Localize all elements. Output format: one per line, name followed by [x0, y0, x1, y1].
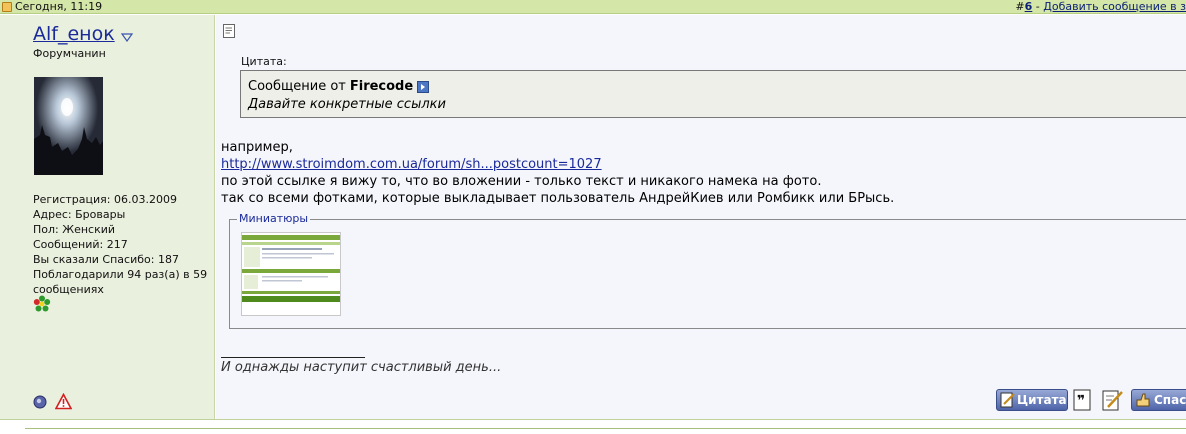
post-date: Сегодня, 11:19 — [15, 0, 103, 13]
post-line-1: например, — [221, 140, 293, 155]
attachment-thumbnail[interactable] — [241, 232, 341, 316]
username-link[interactable]: Alf_енок — [33, 23, 115, 45]
thanks-button[interactable]: Спасибо — [1131, 389, 1186, 411]
attachments-legend: Миниатюры — [237, 212, 311, 225]
quote-from-text: Сообщение от — [248, 79, 346, 94]
post-footer-divider — [0, 419, 1186, 434]
header-separator: - — [1032, 0, 1044, 13]
quote-header: Сообщение от Firecode — [248, 79, 430, 94]
svg-text:❞: ❞ — [1077, 393, 1085, 409]
quote-button[interactable]: Цитата — [996, 389, 1068, 411]
post-link[interactable]: http://www.stroimdom.com.ua/forum/sh...p… — [221, 157, 602, 172]
user-title: Форумчанин — [33, 47, 106, 60]
avatar-image — [34, 77, 103, 175]
quick-reply-icon[interactable] — [1100, 388, 1124, 412]
post-body: например, http://www.stroimdom.com.ua/fo… — [221, 139, 894, 207]
add-to-bookmarks-link[interactable]: Добавить сообщение в з — [1043, 0, 1186, 13]
icq-flower-icon[interactable] — [33, 295, 51, 313]
user-avatar[interactable] — [34, 77, 103, 175]
quote-text: Давайте конкретные ссылки — [248, 97, 446, 112]
user-info-panel: Alf_енок Форумчанин Регистрация: 06.03.2… — [0, 15, 215, 419]
thumbs-up-icon — [1136, 393, 1150, 407]
quote-button-label: Цитата — [1017, 393, 1067, 407]
post-content: Цитата: Сообщение от Firecode Давайте ко… — [216, 15, 1186, 419]
multi-quote-icon[interactable]: ❞ — [1071, 388, 1095, 412]
user-menu-arrow-icon[interactable] — [121, 32, 133, 42]
user-stats: Регистрация: 06.03.2009 Адрес: Бровары П… — [33, 192, 208, 297]
user-said-thanks: Вы сказали Спасибо: 187 — [33, 253, 179, 266]
post-hash: # — [1015, 0, 1025, 13]
post-line-3: так со всеми фотками, которые выкладывае… — [221, 191, 895, 206]
signature-text: И однажды наступит счастливый день... — [221, 360, 502, 375]
thumbnail-image — [242, 233, 340, 315]
user-thanked: Поблагодарили 94 раз(а) в 59 сообщениях — [33, 268, 208, 296]
view-post-icon[interactable] — [417, 80, 430, 93]
quote-author: Firecode — [349, 79, 414, 94]
quote-pencil-icon — [1000, 392, 1015, 408]
quote-box: Сообщение от Firecode Давайте конкретные… — [240, 70, 1186, 118]
quote-label: Цитата: — [241, 55, 287, 68]
thanks-button-label: Спасибо — [1154, 393, 1186, 407]
report-post-icon[interactable] — [55, 393, 72, 410]
signature-divider — [221, 357, 365, 358]
user-address: Адрес: Бровары — [33, 208, 126, 221]
post-date-area: Сегодня, 11:19 — [2, 0, 102, 13]
user-post-count: Сообщений: 217 — [33, 238, 128, 251]
offline-status-icon — [33, 395, 47, 409]
user-registration: Регистрация: 06.03.2009 — [33, 193, 177, 206]
next-post-border — [25, 428, 1186, 429]
post-status-icon — [2, 1, 12, 12]
post-line-2: по этой ссылке я вижу то, что во вложени… — [221, 174, 822, 189]
attachments-fieldset: Миниатюры — [229, 212, 1186, 329]
message-icon — [223, 24, 235, 38]
post-header-bar: Сегодня, 11:19 #6 - Добавить сообщение в… — [0, 0, 1186, 14]
user-gender: Пол: Женский — [33, 223, 116, 236]
post-header-links: #6 - Добавить сообщение в з — [1015, 0, 1186, 13]
